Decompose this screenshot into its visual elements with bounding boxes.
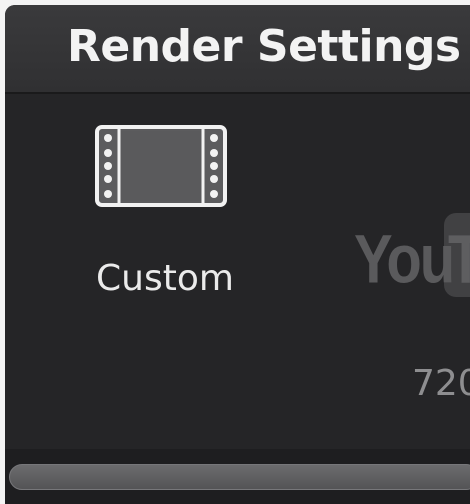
- panel-title: Render Settings -: [67, 21, 470, 72]
- preset-custom-label: Custom: [96, 258, 234, 299]
- scrollbar-thumb[interactable]: [9, 464, 470, 490]
- title-bar: Render Settings -: [5, 5, 470, 94]
- render-settings-panel: Render Settings - Custom T You 720: [5, 5, 470, 504]
- preset-custom[interactable]: Custom: [65, 110, 265, 350]
- preset-youtube-label: 720: [412, 363, 470, 404]
- film-strip-icon: [95, 125, 227, 207]
- horizontal-scrollbar[interactable]: [5, 449, 470, 504]
- youtube-logo-icon: You: [354, 221, 455, 298]
- preset-youtube-720[interactable]: T You 720: [340, 110, 470, 404]
